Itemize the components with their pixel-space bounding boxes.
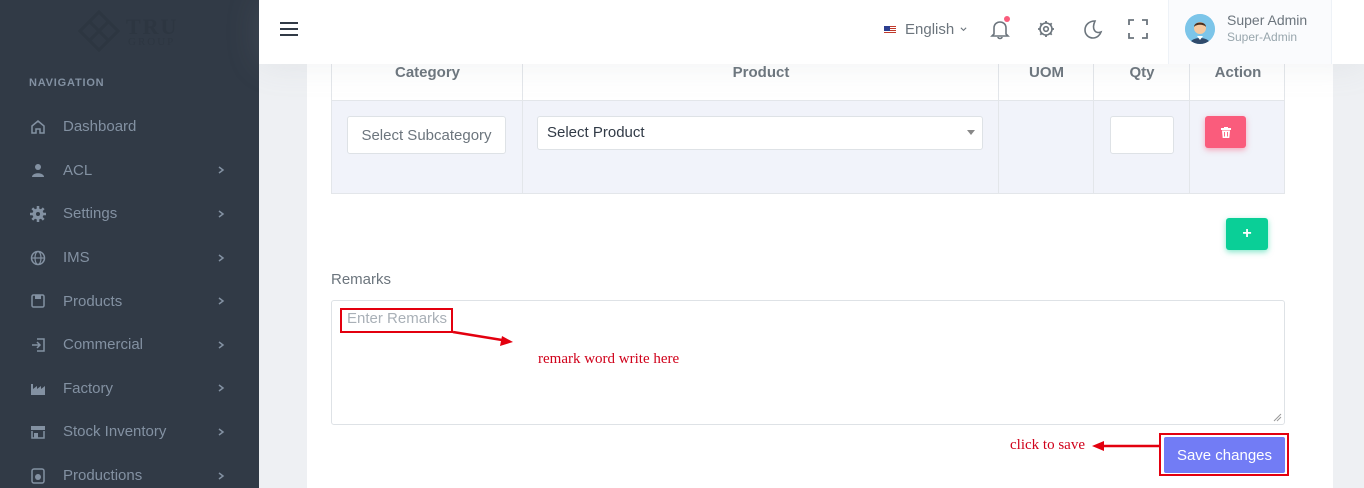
table-divider [1284, 46, 1285, 194]
trash-icon [1220, 126, 1231, 138]
user-menu[interactable]: Super Admin Super-Admin [1168, 0, 1332, 64]
product-select[interactable]: Select Product [537, 116, 983, 150]
add-row-button[interactable]: + [1226, 218, 1268, 250]
store-icon [31, 425, 45, 439]
annotation-save-note: click to save [1010, 437, 1085, 453]
user-name: Super Admin [1227, 12, 1308, 28]
user-icon [32, 164, 44, 178]
table-divider [998, 46, 999, 194]
remarks-textarea[interactable]: Enter Remarks [331, 300, 1285, 425]
sidebar-item-commercial[interactable]: Commercial [0, 323, 259, 367]
chevron-down-icon [960, 27, 967, 32]
resize-handle-icon[interactable] [1273, 413, 1282, 422]
table-divider [1093, 46, 1094, 194]
notification-dot [1004, 16, 1010, 22]
sidebar-item-label: Stock Inventory [63, 423, 167, 441]
language-label: English [905, 21, 955, 38]
sidebar-item-ims[interactable]: IMS [0, 236, 259, 280]
box-icon [31, 294, 45, 308]
subcategory-select[interactable]: Select Subcategory [347, 116, 506, 154]
globe-icon [30, 250, 46, 265]
remarks-label: Remarks [331, 271, 392, 288]
settings-button[interactable] [1035, 18, 1057, 40]
sidebar-item-acl[interactable]: ACL [0, 149, 259, 193]
chevron-right-icon [218, 166, 225, 174]
qty-input[interactable] [1110, 116, 1174, 154]
chevron-right-icon [218, 297, 225, 305]
chevron-right-icon [218, 384, 225, 392]
column-header-qty: Qty [1129, 64, 1155, 81]
sidebar-item-label: Products [63, 292, 123, 310]
annotation-highlight-remarks [340, 308, 453, 333]
sidebar: TRU GROUP NAVIGATION Dashboard ACL Setti… [0, 0, 259, 488]
sidebar-item-label: Productions [63, 467, 143, 485]
user-role: Super-Admin [1227, 30, 1298, 44]
chevron-right-icon [218, 253, 225, 262]
fullscreen-icon [1128, 19, 1148, 39]
sidebar-item-label: Factory [63, 379, 114, 397]
notifications-button[interactable] [989, 16, 1011, 40]
nav-section-title: NAVIGATION [29, 77, 105, 89]
brand-logo[interactable]: TRU GROUP [78, 10, 188, 52]
chevron-right-icon [218, 341, 225, 349]
chevron-right-icon [218, 210, 225, 218]
user-avatar-icon [1185, 14, 1215, 44]
gear-icon [1038, 21, 1054, 37]
column-header-category: Category [394, 64, 461, 81]
fullscreen-button[interactable] [1127, 18, 1149, 40]
avatar [1185, 14, 1215, 44]
column-header-action: Action [1214, 64, 1262, 81]
column-header-uom: UOM [1029, 64, 1064, 81]
sidebar-nav: Dashboard ACL Settings IMS Products Comm… [0, 105, 259, 488]
brand-sub: GROUP [128, 36, 176, 48]
language-selector[interactable]: English [884, 21, 967, 38]
sidebar-item-label: IMS [63, 249, 90, 267]
sidebar-item-products[interactable]: Products [0, 279, 259, 323]
login-icon [32, 338, 45, 352]
sidebar-item-label: ACL [63, 161, 93, 179]
sidebar-item-label: Dashboard [63, 118, 137, 136]
annotation-remark-note: remark word write here [538, 351, 680, 367]
annotation-highlight-save [1159, 433, 1289, 476]
chevron-right-icon [218, 471, 225, 480]
production-icon [31, 467, 45, 484]
column-header-product: Product [732, 64, 790, 81]
product-select-value: Select Product [547, 124, 645, 141]
topbar: English Super Admin Super-Admin [259, 0, 1364, 64]
delete-row-button[interactable] [1205, 116, 1246, 148]
sidebar-item-stock-inventory[interactable]: Stock Inventory [0, 410, 259, 454]
sidebar-item-label: Commercial [63, 336, 144, 354]
dropdown-arrow-icon [967, 130, 975, 135]
factory-icon [31, 384, 45, 396]
table-divider [331, 46, 332, 194]
sidebar-item-factory[interactable]: Factory [0, 367, 259, 411]
menu-toggle-button[interactable] [280, 22, 298, 38]
logo-mark-icon [78, 10, 120, 52]
table-divider [522, 46, 523, 194]
home-icon [31, 119, 45, 134]
table-divider [1189, 46, 1190, 194]
moon-icon [1084, 20, 1103, 39]
dark-mode-toggle[interactable] [1081, 18, 1103, 40]
us-flag-icon [884, 25, 896, 34]
sidebar-item-settings[interactable]: Settings [0, 192, 259, 236]
sidebar-item-dashboard[interactable]: Dashboard [0, 105, 259, 149]
gear-icon [30, 205, 46, 222]
chevron-right-icon [218, 428, 225, 436]
sidebar-item-productions[interactable]: Productions [0, 454, 259, 488]
sidebar-item-label: Settings [63, 205, 118, 223]
